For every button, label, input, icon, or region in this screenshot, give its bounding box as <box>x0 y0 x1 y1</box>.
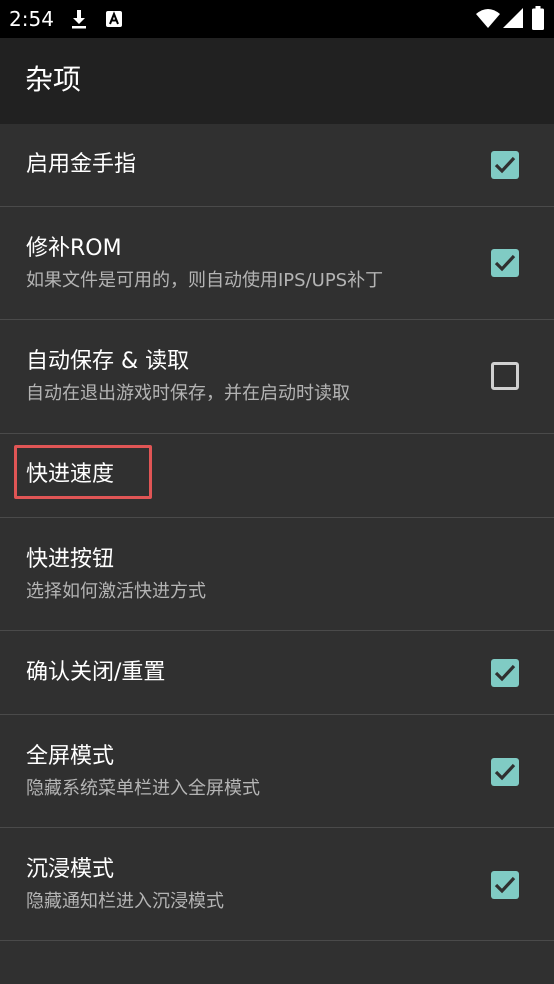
setting-title: 快进按钮 <box>26 547 115 572</box>
checkmark-icon <box>494 763 516 781</box>
setting-summary: 隐藏系统菜单栏进入全屏模式 <box>26 778 260 799</box>
setting-title: 快进速度 <box>26 462 115 487</box>
setting-title: 沉浸模式 <box>26 857 115 882</box>
checkmark-icon <box>494 156 516 174</box>
setting-patch-rom[interactable]: 修补ROM 如果文件是可用的，则自动使用IPS/UPS补丁 <box>0 207 554 320</box>
setting-summary: 隐藏通知栏进入沉浸模式 <box>26 891 224 912</box>
immersive-mode-checkbox[interactable] <box>491 871 519 899</box>
setting-confirm-close-reset[interactable]: 确认关闭/重置 <box>0 631 554 715</box>
setting-fast-forward-speed[interactable]: 快进速度 <box>0 434 554 518</box>
auto-save-load-checkbox[interactable] <box>491 362 519 390</box>
enable-cheats-checkbox[interactable] <box>491 151 519 179</box>
cellular-signal-icon <box>503 8 523 28</box>
setting-title: 自动保存 & 读取 <box>26 349 190 374</box>
app-toolbar: 杂项 <box>0 38 554 124</box>
a-letter-notification-icon <box>106 11 122 27</box>
setting-title: 确认关闭/重置 <box>26 660 166 685</box>
setting-enable-cheats[interactable]: 启用金手指 <box>0 124 554 207</box>
settings-list: 启用金手指 修补ROM 如果文件是可用的，则自动使用IPS/UPS补丁 自动保存… <box>0 124 554 941</box>
checkmark-icon <box>494 254 516 272</box>
status-bar: 2:54 <box>0 0 554 38</box>
setting-immersive-mode[interactable]: 沉浸模式 隐藏通知栏进入沉浸模式 <box>0 828 554 941</box>
checkmark-icon <box>494 664 516 682</box>
setting-summary: 如果文件是可用的，则自动使用IPS/UPS补丁 <box>26 270 384 291</box>
wifi-icon <box>476 9 500 28</box>
setting-fullscreen-mode[interactable]: 全屏模式 隐藏系统菜单栏进入全屏模式 <box>0 715 554 828</box>
setting-auto-save-load[interactable]: 自动保存 & 读取 自动在退出游戏时保存，并在启动时读取 <box>0 320 554 434</box>
setting-summary: 自动在退出游戏时保存，并在启动时读取 <box>26 383 350 404</box>
download-icon <box>72 10 86 29</box>
page-title: 杂项 <box>25 63 82 96</box>
battery-icon <box>532 6 544 30</box>
status-time: 2:54 <box>9 7 54 31</box>
setting-summary: 选择如何激活快进方式 <box>26 581 206 602</box>
patch-rom-checkbox[interactable] <box>491 249 519 277</box>
setting-title: 修补ROM <box>26 236 122 261</box>
setting-title: 启用金手指 <box>26 152 137 177</box>
confirm-close-reset-checkbox[interactable] <box>491 659 519 687</box>
checkmark-icon <box>494 876 516 894</box>
setting-title: 全屏模式 <box>26 744 115 769</box>
setting-fast-forward-button[interactable]: 快进按钮 选择如何激活快进方式 <box>0 518 554 631</box>
fullscreen-mode-checkbox[interactable] <box>491 758 519 786</box>
